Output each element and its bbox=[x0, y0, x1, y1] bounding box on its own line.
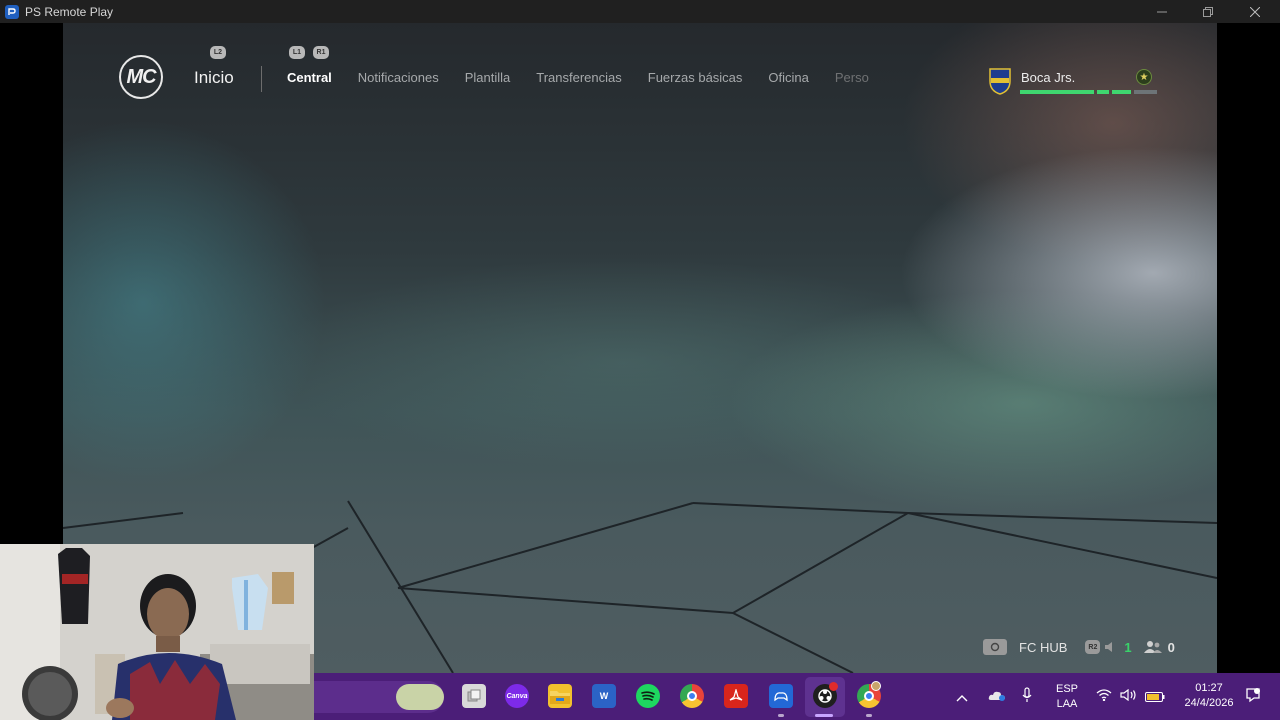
window-title: PS Remote Play bbox=[25, 4, 114, 19]
r2-hint-icon: R2 bbox=[1085, 640, 1101, 654]
minimize-button[interactable] bbox=[1139, 0, 1185, 23]
task-view-icon[interactable] bbox=[462, 684, 486, 708]
language-code: ESP bbox=[1055, 683, 1078, 695]
spotify-icon[interactable] bbox=[636, 684, 660, 708]
restore-icon bbox=[1203, 6, 1213, 17]
fc-hub[interactable]: FC HUB R2 1 0 bbox=[983, 637, 1175, 657]
fc-hub-label: FC HUB bbox=[1019, 639, 1068, 655]
club-progress-bar bbox=[1020, 90, 1157, 94]
volume-icon[interactable] bbox=[1120, 688, 1138, 706]
close-button[interactable] bbox=[1232, 0, 1278, 23]
l2-hint-icon: L2 bbox=[210, 46, 226, 59]
boca-crest-icon bbox=[989, 68, 1011, 95]
tab-central[interactable]: Central bbox=[287, 70, 332, 85]
input-language[interactable]: ESP LAA bbox=[1052, 682, 1082, 712]
tab-personal[interactable]: Perso bbox=[835, 70, 869, 85]
career-nav: Central Notificaciones Plantilla Transfe… bbox=[287, 70, 895, 85]
show-hidden-icons-chevron-icon[interactable] bbox=[956, 689, 968, 707]
tab-plantilla[interactable]: Plantilla bbox=[465, 70, 511, 85]
speaker-icon bbox=[1104, 641, 1118, 653]
running-indicator bbox=[866, 714, 872, 717]
tab-oficina[interactable]: Oficina bbox=[768, 70, 808, 85]
minimize-icon bbox=[1157, 11, 1167, 12]
active-indicator bbox=[815, 714, 833, 717]
ps-remote-play-taskbar-icon[interactable] bbox=[769, 684, 793, 708]
profile-avatar-icon bbox=[871, 681, 881, 691]
search-highlight-image bbox=[396, 684, 444, 710]
club-badge[interactable]: Boca Jrs. ★ bbox=[988, 65, 1158, 99]
maximize-button[interactable] bbox=[1185, 0, 1231, 23]
microphone-icon[interactable] bbox=[1022, 687, 1032, 708]
canva-icon[interactable]: Canva bbox=[505, 684, 529, 708]
clock-date: 24/4/2026 bbox=[1184, 697, 1234, 709]
tab-transferencias[interactable]: Transferencias bbox=[536, 70, 622, 85]
keyboard-layout: LAA bbox=[1056, 698, 1078, 710]
word-icon[interactable]: W bbox=[592, 684, 616, 708]
mc-logo: MC bbox=[119, 55, 163, 99]
notifications-icon[interactable] bbox=[1245, 687, 1261, 708]
windows-taskbar: Canva W ESP LAA 01:27 24/4/2026 bbox=[314, 673, 1280, 720]
acrobat-icon[interactable] bbox=[724, 684, 748, 708]
taskbar-search-box[interactable] bbox=[314, 681, 444, 713]
star-icon: ★ bbox=[1136, 69, 1152, 85]
r1-hint-icon: R1 bbox=[313, 46, 329, 59]
file-explorer-icon[interactable] bbox=[548, 684, 572, 708]
onedrive-icon[interactable] bbox=[988, 688, 1006, 706]
friends-icon bbox=[1143, 640, 1162, 654]
wifi-icon[interactable] bbox=[1096, 688, 1112, 706]
nav-divider bbox=[261, 66, 262, 92]
tab-notificaciones[interactable]: Notificaciones bbox=[358, 70, 439, 85]
club-name: Boca Jrs. bbox=[1021, 70, 1076, 85]
home-tab[interactable]: Inicio bbox=[194, 68, 234, 88]
webcam-feed-image bbox=[0, 544, 314, 720]
close-icon bbox=[1250, 6, 1260, 17]
touchpad-icon bbox=[983, 639, 1007, 655]
chrome-icon[interactable] bbox=[680, 684, 704, 708]
running-indicator bbox=[778, 714, 784, 717]
window-titlebar: PS Remote Play bbox=[0, 0, 1280, 23]
clock-time: 01:27 bbox=[1195, 682, 1223, 694]
battery-icon[interactable] bbox=[1145, 689, 1165, 707]
ps-remote-play-icon bbox=[5, 4, 19, 19]
recording-badge-icon bbox=[829, 682, 838, 691]
online-count: 1 bbox=[1124, 639, 1132, 655]
tab-fuerzas-basicas[interactable]: Fuerzas básicas bbox=[648, 70, 743, 85]
webcam-overlay bbox=[0, 544, 314, 720]
clock[interactable]: 01:27 24/4/2026 bbox=[1176, 681, 1242, 711]
l1-hint-icon: L1 bbox=[289, 46, 305, 59]
friends-count: 0 bbox=[1167, 639, 1175, 655]
